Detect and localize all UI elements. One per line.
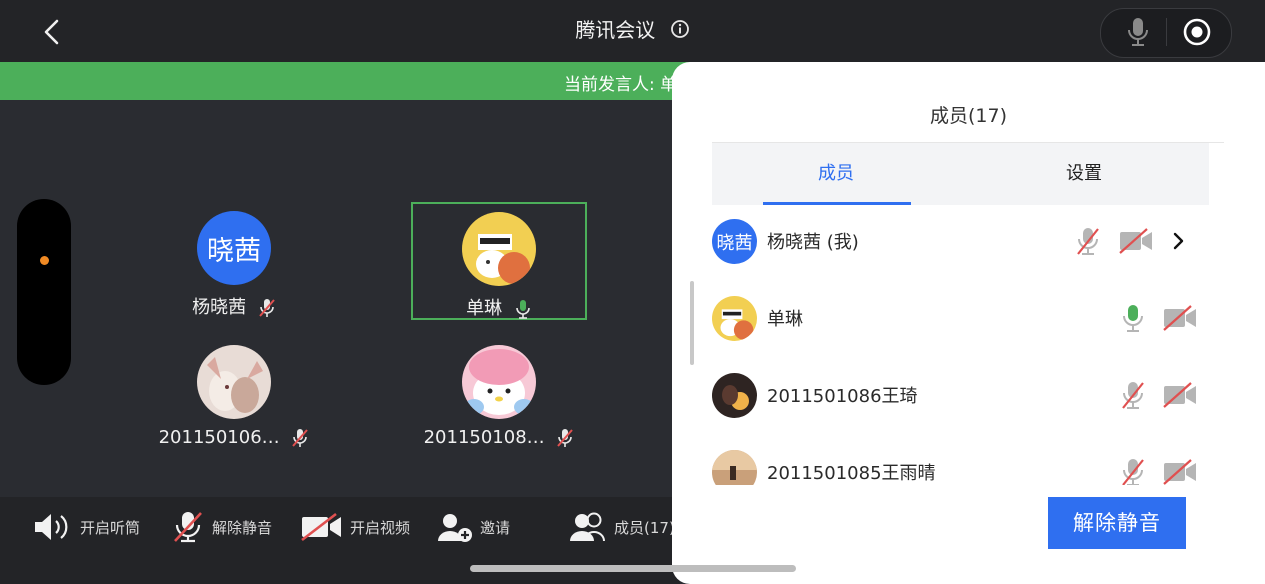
mic-muted-icon — [259, 299, 275, 317]
participant-name-row: 201150106… — [146, 427, 322, 449]
home-indicator[interactable] — [470, 565, 796, 572]
panel-tabs: 成员 设置 — [712, 143, 1209, 205]
meeting-title-row: 腾讯会议 — [0, 14, 1265, 43]
mic-muted-icon[interactable] — [1120, 379, 1146, 411]
mic-muted-icon — [174, 512, 202, 543]
status-dot — [40, 256, 49, 265]
unmute-button[interactable]: 解除静音 — [170, 511, 272, 543]
record-icon[interactable] — [1182, 17, 1212, 47]
member-list: 晓茜 杨晓茜 (我) 单琳 2011501086王琦 2011501085王雨晴 — [672, 205, 1265, 485]
camera-off-icon[interactable] — [1163, 381, 1197, 409]
video-button[interactable]: 开启视频 — [300, 511, 410, 543]
avatar — [712, 450, 757, 485]
member-row[interactable]: 2011501086王琦 — [712, 359, 1212, 419]
participant-name-row: 201150108… — [411, 427, 587, 449]
microphone-icon[interactable] — [1124, 16, 1152, 48]
video-label: 开启视频 — [350, 518, 411, 537]
mic-muted-icon[interactable] — [1120, 456, 1146, 485]
avatar — [712, 373, 757, 418]
member-name: 单琳 — [767, 309, 803, 330]
video-off-icon — [301, 512, 341, 542]
member-name: 2011501085王雨晴 — [767, 463, 936, 484]
unmute-label: 解除静音 — [212, 518, 273, 537]
tab-members[interactable]: 成员 — [712, 143, 960, 205]
member-row[interactable]: 晓茜 杨晓茜 (我) — [712, 205, 1212, 265]
panel-title: 成员(17) — [929, 105, 1007, 127]
participant-name: 杨晓茜 — [192, 297, 247, 318]
info-icon[interactable] — [670, 19, 690, 39]
members-icon — [570, 512, 605, 542]
divider — [1166, 18, 1167, 46]
tab-settings[interactable]: 设置 — [960, 143, 1208, 205]
add-user-icon — [438, 514, 472, 542]
participant-name: 201150106… — [158, 427, 280, 448]
meeting-title: 腾讯会议 — [575, 18, 656, 42]
current-speaker-text: 当前发言人: 单 — [564, 75, 678, 95]
member-row[interactable]: 单琳 — [712, 282, 1212, 342]
participant-tile[interactable]: 201150108… — [411, 337, 587, 455]
avatar: 晓茜 — [197, 211, 271, 285]
avatar — [712, 296, 757, 341]
participant-name-row: 杨晓茜 — [146, 293, 322, 319]
top-bar: 腾讯会议 — [0, 0, 1265, 62]
member-name: 2011501086王琦 — [767, 386, 918, 407]
members-label: 成员(17) — [614, 518, 675, 537]
mic-muted-icon — [292, 429, 309, 447]
camera-off-icon[interactable] — [1163, 458, 1197, 485]
mic-active-icon[interactable] — [1120, 302, 1146, 334]
participant-tile[interactable]: 201150106… — [146, 337, 322, 455]
speaker-button[interactable]: 开启听筒 — [32, 511, 140, 543]
mic-muted-icon[interactable] — [1075, 225, 1101, 257]
chevron-right-icon[interactable] — [1170, 231, 1186, 251]
member-row[interactable]: 2011501085王雨晴 — [712, 436, 1212, 485]
participant-tile-active-speaker[interactable]: 单琳 — [411, 202, 587, 320]
member-name: 杨晓茜 (我) — [767, 232, 859, 253]
mic-muted-icon — [557, 429, 574, 447]
side-drag-handle[interactable] — [17, 199, 71, 385]
invite-button[interactable]: 邀请 — [436, 511, 510, 543]
members-button[interactable]: 成员(17) — [568, 511, 675, 543]
avatar — [462, 345, 536, 419]
speaker-icon — [35, 514, 68, 540]
camera-off-icon[interactable] — [1119, 227, 1153, 255]
invite-label: 邀请 — [480, 518, 511, 537]
members-panel: 成员(17) 成员 设置 晓茜 杨晓茜 (我) 单琳 2011501086王琦 … — [672, 62, 1265, 584]
mic-active-icon — [516, 300, 530, 319]
participant-name: 单琳 — [466, 298, 503, 319]
camera-off-icon[interactable] — [1163, 304, 1197, 332]
participant-name-row: 单琳 — [413, 294, 585, 320]
participant-tile[interactable]: 晓茜 杨晓茜 — [146, 203, 322, 321]
avatar — [197, 345, 271, 419]
participant-name: 201150108… — [423, 427, 545, 448]
avatar — [462, 212, 536, 286]
unmute-all-button[interactable]: 解除静音 — [1048, 497, 1186, 549]
avatar: 晓茜 — [712, 219, 757, 264]
speaker-label: 开启听筒 — [80, 518, 141, 537]
